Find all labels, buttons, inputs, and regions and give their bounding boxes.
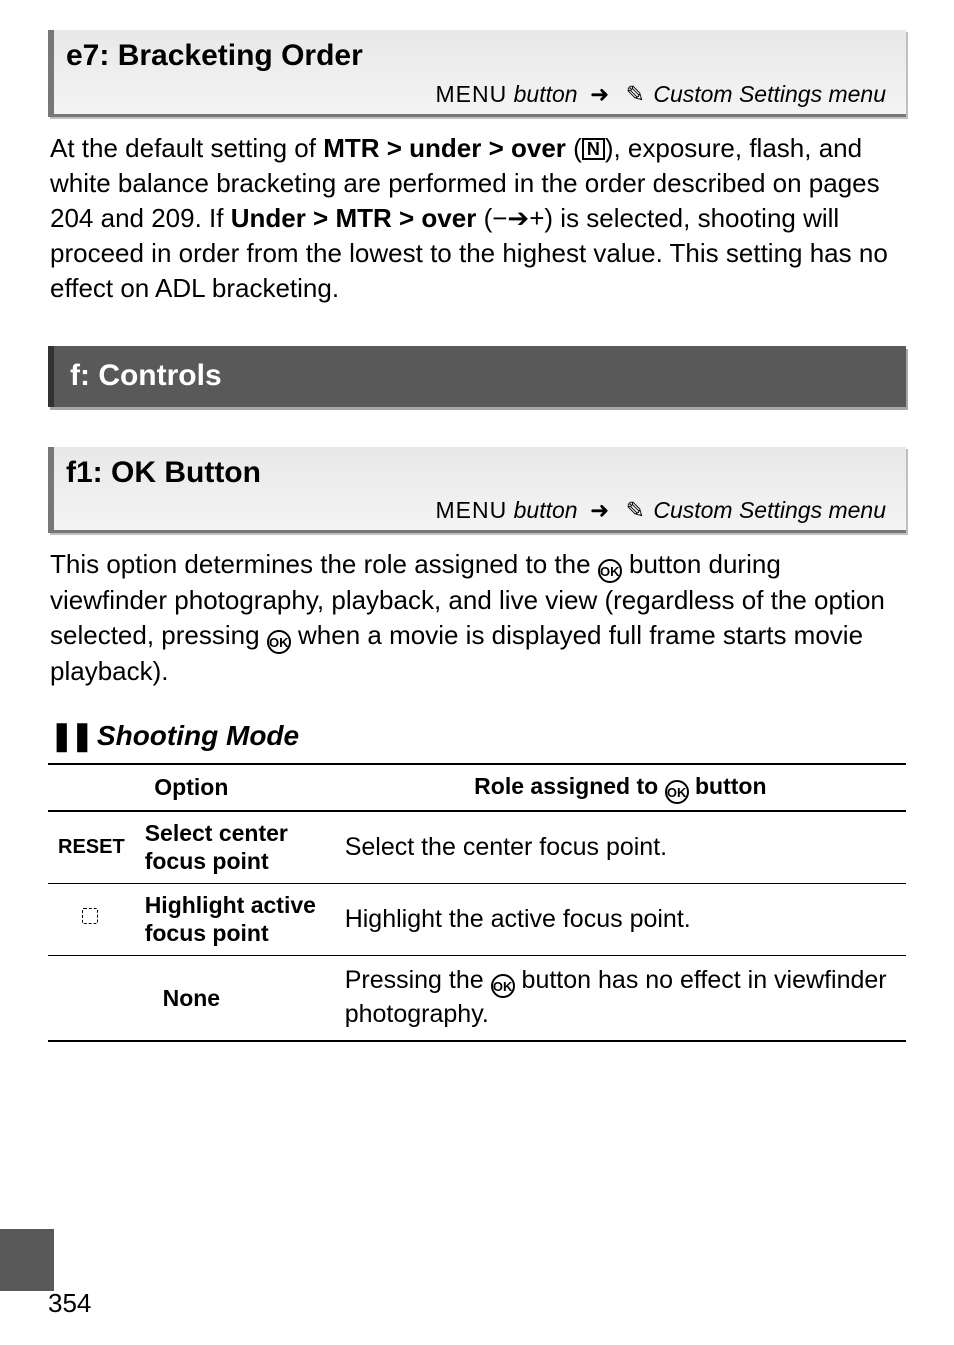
col-option: Option bbox=[48, 764, 335, 811]
ok-button-icon: OK bbox=[665, 780, 689, 804]
table-row: None Pressing the OK button has no effec… bbox=[48, 956, 906, 1041]
text: Role assigned to bbox=[474, 773, 664, 799]
section-e7-menu-line: MENU button ➜ ✎ Custom Settings menu bbox=[66, 77, 894, 112]
page-tab bbox=[0, 1229, 54, 1291]
pencil-icon: ✎ bbox=[626, 495, 645, 526]
heading-bars-icon: ❚❚ bbox=[50, 720, 91, 751]
section-e7-header: e7: Bracketing Order MENU button ➜ ✎ Cus… bbox=[48, 30, 906, 117]
order-glyph: −➔+ bbox=[492, 203, 544, 233]
heading-text: Shooting Mode bbox=[97, 720, 299, 751]
ok-button-icon: OK bbox=[598, 559, 622, 583]
option-name: None bbox=[48, 956, 335, 1041]
option-mtr-under-over: MTR > under > over bbox=[323, 133, 566, 163]
f1-body: This option determines the role assigned… bbox=[50, 547, 904, 689]
text: At the default setting of bbox=[50, 133, 323, 163]
page-number: 354 bbox=[48, 1286, 91, 1321]
arrow-icon: ➜ bbox=[590, 495, 609, 526]
section-f1-title: f1: OK Button bbox=[66, 453, 894, 494]
option-under-mtr-over: Under > MTR > over bbox=[231, 203, 477, 233]
text: Pressing the bbox=[345, 966, 491, 994]
section-f1-menu-line: MENU button ➜ ✎ Custom Settings menu bbox=[66, 493, 894, 528]
menu-button-word: button bbox=[514, 497, 578, 523]
group-f-controls: f: Controls bbox=[48, 346, 906, 407]
option-icon-highlight bbox=[48, 884, 135, 956]
option-role: Pressing the OK button has no effect in … bbox=[335, 956, 906, 1041]
menu-button-word: button bbox=[514, 81, 578, 107]
e7-body: At the default setting of MTR > under > … bbox=[50, 131, 904, 306]
menu-dest: Custom Settings menu bbox=[653, 497, 886, 523]
text: button bbox=[689, 773, 767, 799]
table-row: Highlight active focus point Highlight t… bbox=[48, 884, 906, 956]
focus-highlight-icon bbox=[76, 905, 106, 927]
ok-button-icon: OK bbox=[267, 630, 291, 654]
option-role: Highlight the active focus point. bbox=[335, 884, 906, 956]
col-role: Role assigned to OK button bbox=[335, 764, 906, 811]
text: This option determines the role assigned… bbox=[50, 549, 598, 579]
pencil-icon: ✎ bbox=[626, 79, 645, 110]
option-name: Highlight active focus point bbox=[135, 884, 335, 956]
menu-label: MENU bbox=[436, 81, 508, 107]
menu-label: MENU bbox=[436, 497, 508, 523]
shooting-mode-table: Option Role assigned to OK button RESET … bbox=[48, 763, 906, 1042]
option-role: Select the center focus point. bbox=[335, 811, 906, 884]
option-name: Select center focus point bbox=[135, 811, 335, 884]
arrow-icon: ➜ bbox=[590, 79, 609, 110]
table-row: RESET Select center focus point Select t… bbox=[48, 811, 906, 884]
menu-dest: Custom Settings menu bbox=[653, 81, 886, 107]
section-f1-header: f1: OK Button MENU button ➜ ✎ Custom Set… bbox=[48, 447, 906, 534]
option-icon-reset: RESET bbox=[48, 811, 135, 884]
shooting-mode-heading: ❚❚Shooting Mode bbox=[50, 717, 904, 755]
ok-button-icon: OK bbox=[491, 974, 515, 998]
boxed-n-icon: N bbox=[582, 138, 605, 160]
section-e7-title: e7: Bracketing Order bbox=[66, 36, 894, 77]
